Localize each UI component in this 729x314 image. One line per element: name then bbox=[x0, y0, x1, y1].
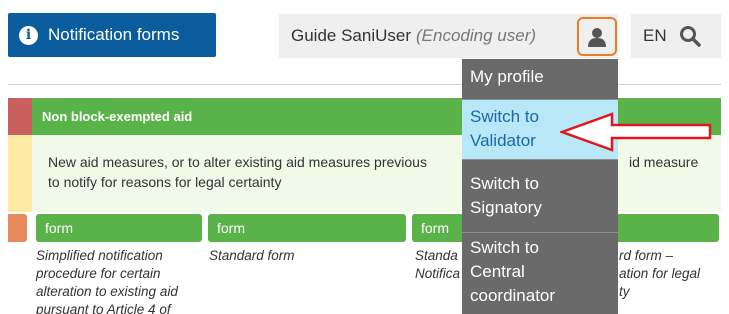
menu-item-switch-to-signatory[interactable]: Switch to Signatory bbox=[462, 160, 618, 232]
standard-form-button[interactable]: form bbox=[208, 214, 406, 242]
standard-notification-form-description: Standa Notifica bbox=[415, 248, 461, 281]
menu-item-my-profile[interactable]: My profile bbox=[462, 65, 618, 99]
user-menu-button[interactable] bbox=[577, 17, 617, 56]
description-line-1-tail: id measure bbox=[629, 154, 699, 170]
user-icon bbox=[588, 27, 606, 47]
menu-item-switch-to-validator[interactable]: Switch to Validator bbox=[462, 100, 618, 159]
section-marker bbox=[8, 98, 32, 135]
section-title: Non block-exempted aid bbox=[42, 109, 193, 124]
description-line-1: New aid measures, or to alter existing a… bbox=[48, 154, 427, 170]
user-dropdown-menu: My profile Switch to Validator Switch to… bbox=[462, 59, 618, 314]
search-icon bbox=[679, 26, 701, 47]
standard-form-description: Standard form bbox=[209, 248, 295, 263]
language-selector[interactable]: EN bbox=[643, 26, 667, 46]
simplified-form-description: Simplified notification procedure for ce… bbox=[36, 248, 178, 314]
simplified-form-button[interactable]: form bbox=[36, 214, 202, 242]
user-info: Guide SaniUser (Encoding user) bbox=[279, 14, 618, 58]
language-search-box: EN bbox=[631, 14, 721, 58]
legal-certainty-form-description: rd form – ation for legal ty bbox=[619, 248, 701, 299]
menu-item-switch-to-central-coordinator[interactable]: Switch to Central coordinator bbox=[462, 233, 618, 314]
notification-forms-button[interactable]: i Notification forms bbox=[8, 13, 216, 57]
search-button[interactable] bbox=[679, 25, 701, 47]
notification-forms-label: Notification forms bbox=[48, 25, 180, 44]
info-icon: i bbox=[19, 25, 38, 45]
legal-certainty-form-button[interactable] bbox=[612, 214, 719, 242]
row-marker bbox=[8, 214, 27, 242]
description-marker bbox=[8, 135, 32, 212]
user-name: Guide SaniUser bbox=[291, 26, 412, 45]
user-role: (Encoding user) bbox=[416, 26, 537, 45]
